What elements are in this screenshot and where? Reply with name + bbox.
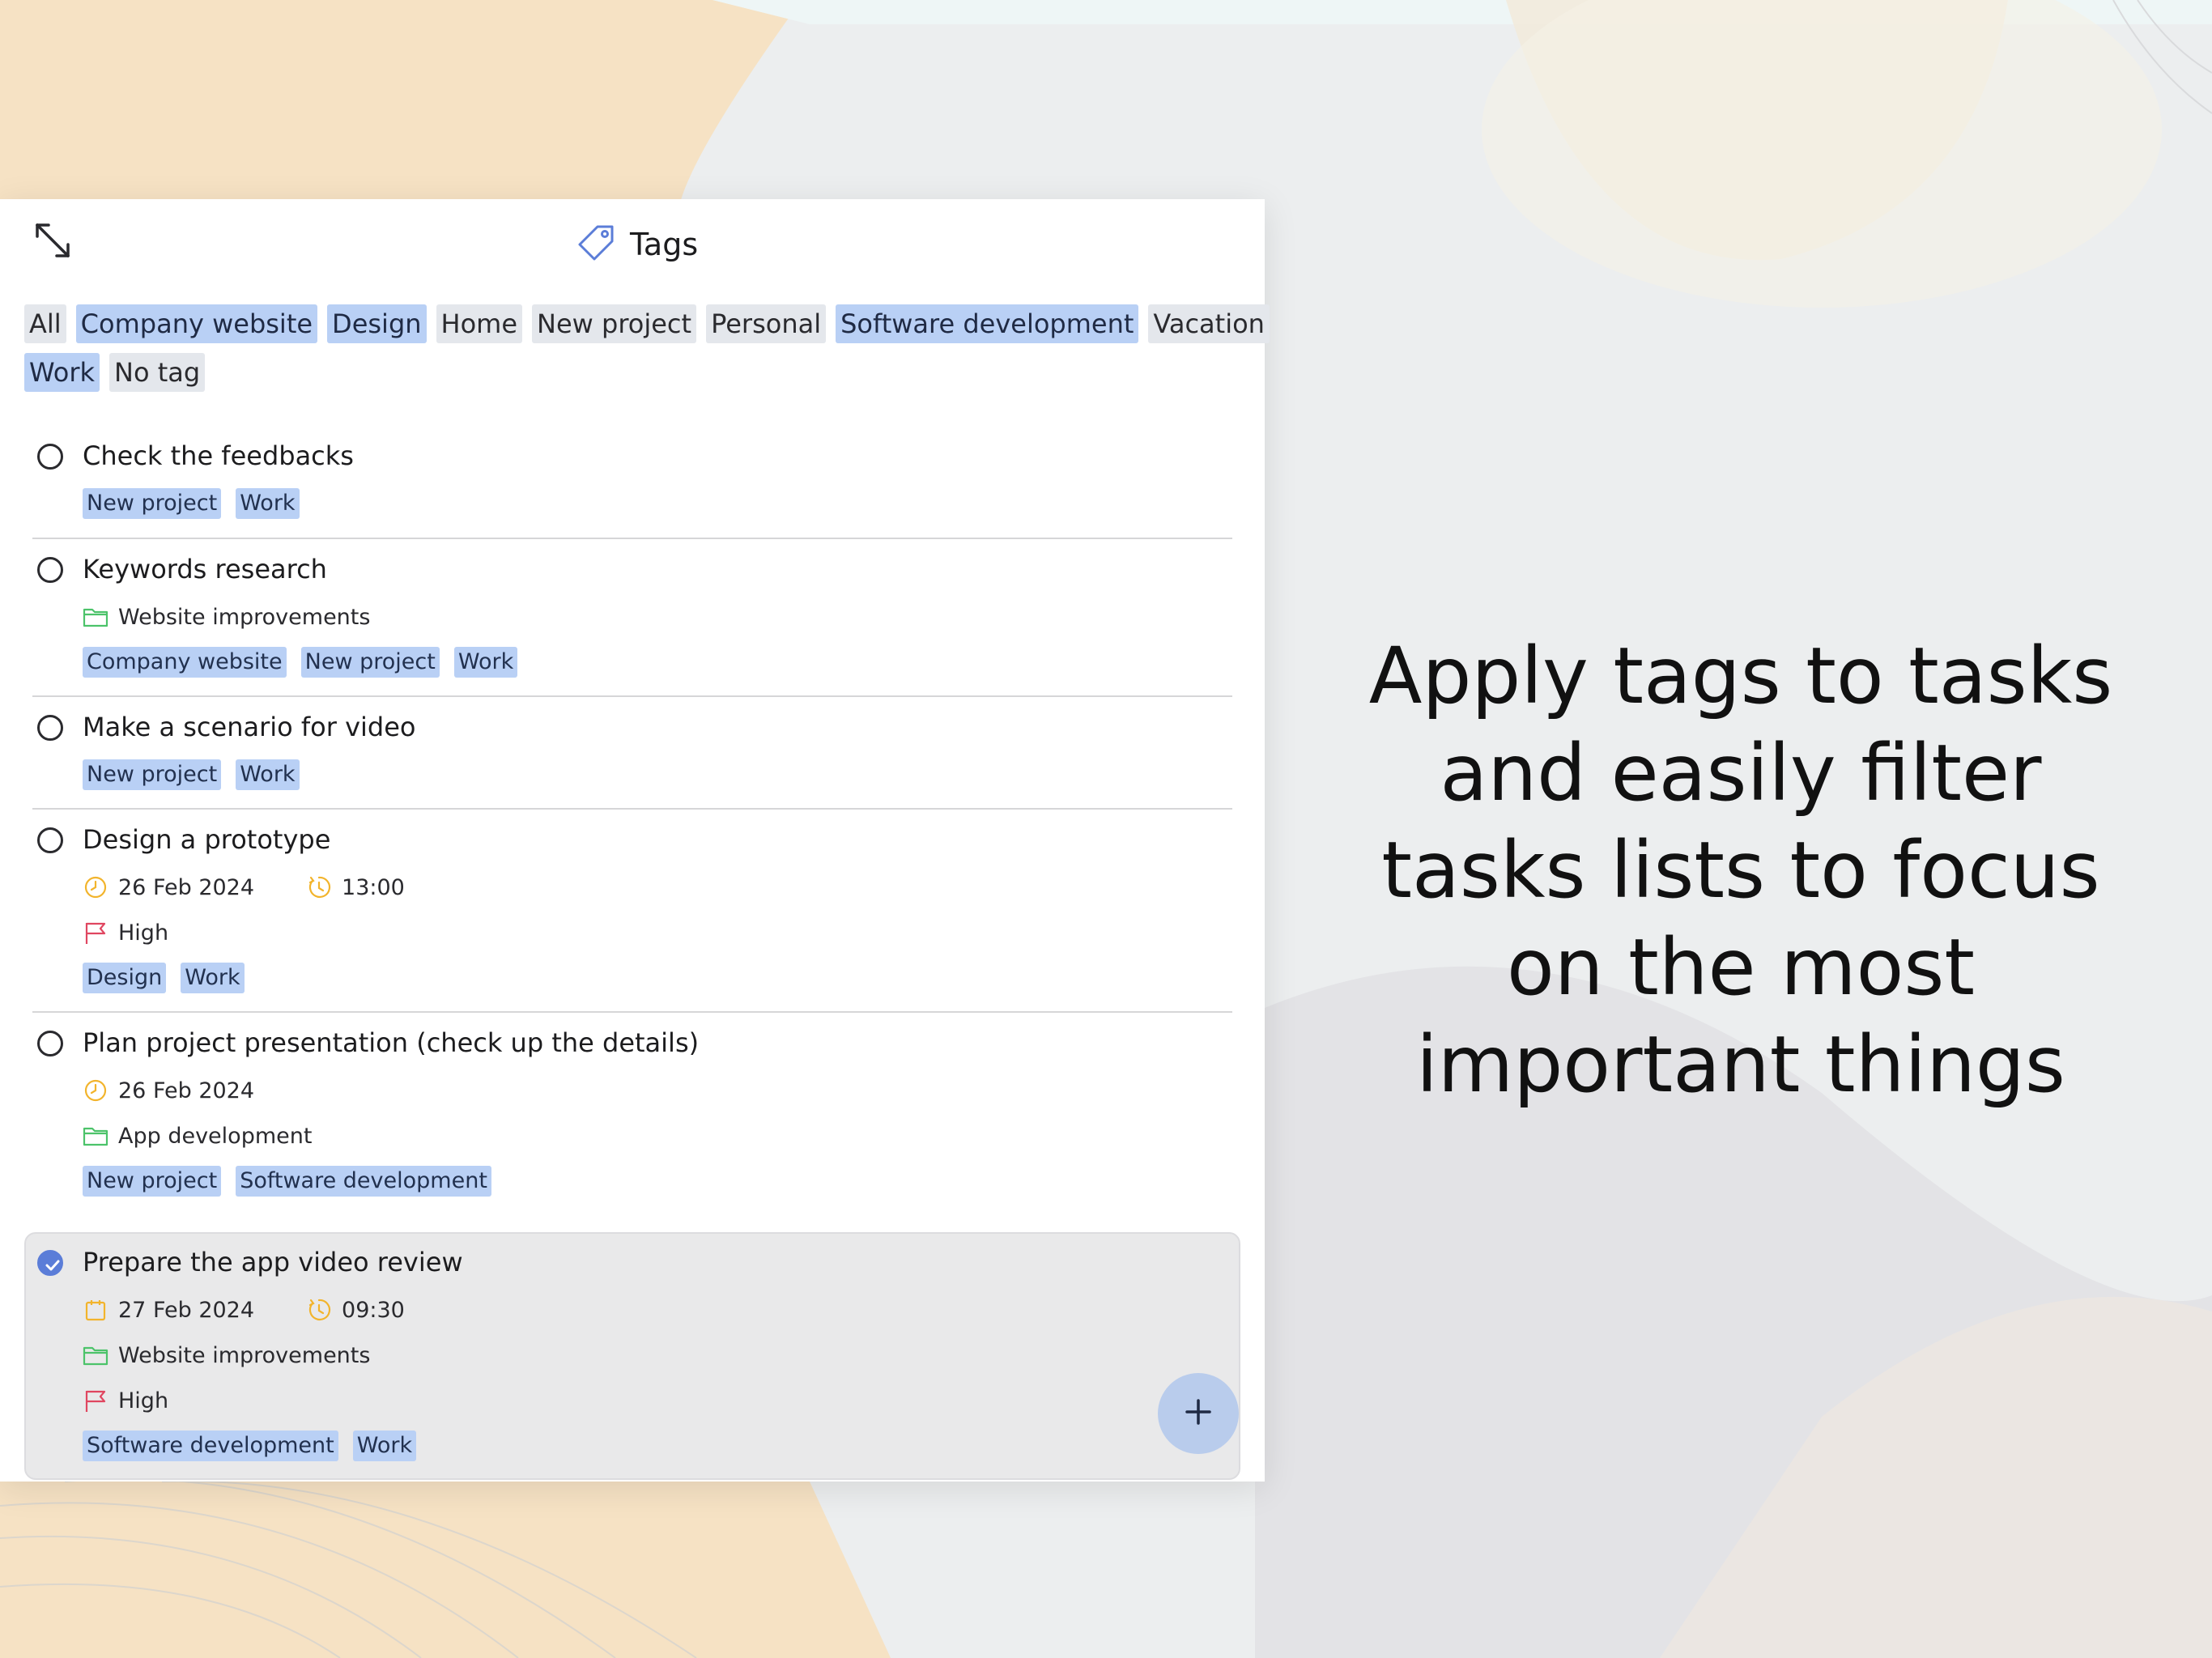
task-date-row: 27 Feb 2024 09:30 xyxy=(32,1287,1239,1333)
task-checkbox[interactable] xyxy=(37,1031,63,1056)
task-tag: Work xyxy=(352,1431,417,1461)
tag-filter-work[interactable]: Work xyxy=(24,353,100,392)
task-tags: New project Software development xyxy=(32,1158,1231,1204)
task-list-name: Website improvements xyxy=(118,1342,371,1368)
clock-icon xyxy=(83,874,108,900)
task-priority: High xyxy=(118,1388,169,1414)
task-tag: Work xyxy=(236,488,300,519)
task-checkbox[interactable] xyxy=(37,827,63,853)
task-item[interactable]: Keywords research Website improvements C… xyxy=(32,549,1231,685)
task-tag: New project xyxy=(83,488,222,519)
task-tag: Software development xyxy=(236,1166,491,1197)
task-date: 27 Feb 2024 xyxy=(118,1297,255,1323)
task-title: Check the feedbacks xyxy=(83,440,354,471)
task-tags: New project Work xyxy=(32,481,1231,526)
promo-line: on the most xyxy=(1506,922,1976,1013)
tag-filter-vacation[interactable]: Vacation xyxy=(1148,304,1270,343)
task-tag: Company website xyxy=(83,647,287,678)
task-tags: Company website New project Work xyxy=(32,640,1231,685)
task-checkbox[interactable] xyxy=(37,444,63,470)
tag-filter-no-tag[interactable]: No tag xyxy=(109,353,206,392)
add-task-button[interactable] xyxy=(1158,1373,1239,1454)
divider xyxy=(32,1011,1232,1013)
task-time: 13:00 xyxy=(342,874,405,900)
tag-filter-personal[interactable]: Personal xyxy=(706,304,827,343)
task-date: 26 Feb 2024 xyxy=(118,874,255,900)
task-date-row: 26 Feb 2024 xyxy=(32,1068,1231,1113)
task-time: 09:30 xyxy=(342,1297,405,1323)
tag-filter-software-development[interactable]: Software development xyxy=(836,304,1139,343)
task-title: Plan project presentation (check up the … xyxy=(83,1027,700,1058)
divider xyxy=(32,808,1232,810)
expand-icon[interactable] xyxy=(32,220,73,261)
task-tag: Work xyxy=(453,647,518,678)
task-tag: Design xyxy=(83,963,167,993)
task-priority: High xyxy=(118,920,169,946)
task-tag: Work xyxy=(236,759,300,790)
tag-filter-company-website[interactable]: Company website xyxy=(75,304,318,343)
task-list-row: Website improvements xyxy=(32,594,1231,640)
task-list-row: App development xyxy=(32,1113,1231,1158)
tag-filter-row: All Company website Design Home New proj… xyxy=(24,304,1270,343)
divider xyxy=(32,538,1232,539)
task-item[interactable]: Design a prototype 26 Feb 2024 13:00 Hig… xyxy=(32,819,1231,1001)
task-checkbox[interactable] xyxy=(37,557,63,583)
task-item[interactable]: Make a scenario for video New project Wo… xyxy=(32,707,1231,797)
task-title: Prepare the app video review xyxy=(83,1247,463,1278)
flag-icon xyxy=(83,920,108,946)
promo-line: tasks lists to focus xyxy=(1381,825,2100,916)
task-tags: Software development Work xyxy=(32,1423,1239,1469)
task-tag: Software development xyxy=(83,1431,338,1461)
task-item[interactable]: Plan project presentation (check up the … xyxy=(32,1022,1231,1204)
task-checkbox[interactable] xyxy=(37,715,63,741)
plus-icon xyxy=(1182,1396,1214,1431)
promo-headline: Apply tags to tasks and easily filter ta… xyxy=(1328,627,2154,1113)
folder-icon xyxy=(83,1342,108,1368)
task-item-completed[interactable]: Prepare the app video review 27 Feb 2024… xyxy=(24,1232,1240,1480)
task-date: 26 Feb 2024 xyxy=(118,1078,255,1103)
promo-line: Apply tags to tasks xyxy=(1368,631,2113,721)
tag-filter-home[interactable]: Home xyxy=(436,304,523,343)
promo-line: and easily filter xyxy=(1440,728,2042,818)
promo-line: important things xyxy=(1416,1019,2065,1110)
task-date-row: 26 Feb 2024 13:00 xyxy=(32,865,1231,910)
clock-icon xyxy=(83,1078,108,1103)
tag-filter-row: Work No tag xyxy=(24,353,1239,392)
task-list-name: App development xyxy=(118,1123,313,1149)
task-tag: New project xyxy=(83,1166,222,1197)
reminder-icon xyxy=(306,874,332,900)
task-list-row: Website improvements xyxy=(32,1333,1239,1378)
task-priority-row: High xyxy=(32,910,1231,955)
page-title-text: Tags xyxy=(630,227,699,262)
divider xyxy=(32,695,1232,697)
tag-filter-bar: All Company website Design Home New proj… xyxy=(24,304,1270,402)
task-tags: Design Work xyxy=(32,955,1231,1001)
task-checkbox-checked[interactable] xyxy=(37,1250,63,1276)
tag-filter-new-project[interactable]: New project xyxy=(532,304,697,343)
tag-filter-design[interactable]: Design xyxy=(327,304,427,343)
task-item[interactable]: Check the feedbacks New project Work xyxy=(32,436,1231,526)
tag-filter-all[interactable]: All xyxy=(24,304,66,343)
page-title: Tags xyxy=(576,219,698,270)
task-title: Keywords research xyxy=(83,554,327,585)
calendar-icon xyxy=(83,1297,108,1323)
tag-icon xyxy=(576,223,615,266)
task-priority-row: High xyxy=(32,1378,1239,1423)
reminder-icon xyxy=(306,1297,332,1323)
task-list-name: Website improvements xyxy=(118,604,371,630)
task-tags: New project Work xyxy=(32,752,1231,797)
folder-icon xyxy=(83,604,108,630)
task-title: Design a prototype xyxy=(83,824,331,855)
task-tag: New project xyxy=(83,759,222,790)
task-tag: New project xyxy=(300,647,440,678)
folder-icon xyxy=(83,1123,108,1149)
flag-icon xyxy=(83,1388,108,1414)
task-title: Make a scenario for video xyxy=(83,712,416,742)
task-tag: Work xyxy=(181,963,245,993)
